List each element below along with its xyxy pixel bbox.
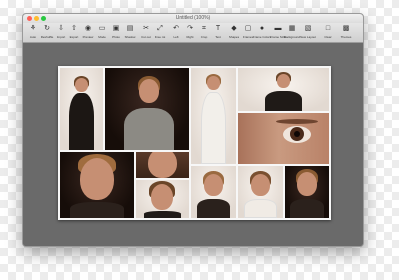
tool-shapes[interactable]: ◆ Shapes <box>227 24 241 42</box>
collage-photo[interactable] <box>238 68 329 111</box>
tool-preview[interactable]: ◉ Preview <box>81 24 95 42</box>
tool-new-layout[interactable]: ▧ New Layout <box>300 24 316 42</box>
frames-icon: ▢ <box>244 25 252 32</box>
collage-photo[interactable] <box>60 152 134 218</box>
tool-frames[interactable]: ▢ Frames <box>241 24 255 42</box>
frame-size-icon: ▬ <box>274 25 282 32</box>
tool-right[interactable]: ↷ Right <box>183 24 197 42</box>
right-icon: ↷ <box>187 25 193 32</box>
text-icon: T <box>215 25 221 32</box>
collage-photo[interactable] <box>60 68 103 150</box>
themes-icon: ▩ <box>342 25 350 32</box>
title-bar: Untitled (100%) <box>23 14 363 23</box>
tool-clear[interactable]: □ Clear <box>321 24 335 42</box>
tool-text[interactable]: T Text <box>211 24 225 42</box>
new-layout-icon: ▧ <box>304 25 312 32</box>
collage-photo[interactable] <box>105 68 189 150</box>
crop-icon: ⌗ <box>202 25 206 32</box>
canvas-area[interactable] <box>23 44 363 246</box>
import-icon: ⇩ <box>58 25 64 32</box>
tool-label: Clear <box>324 35 332 39</box>
collage-photo[interactable] <box>191 166 236 218</box>
collage-photo[interactable] <box>238 113 329 164</box>
collage-photo[interactable] <box>136 180 189 218</box>
tool-cut-out[interactable]: ✂ Cut out <box>139 24 153 42</box>
tool-export[interactable]: ⇧ Export <box>67 24 81 42</box>
tool-auto[interactable]: ⚘ Auto <box>26 24 40 42</box>
left-icon: ↶ <box>173 25 179 32</box>
tool-left[interactable]: ↶ Left <box>169 24 183 42</box>
background-icon: ▦ <box>288 25 296 32</box>
tool-reshuffle[interactable]: ↻ Reshuffle <box>40 24 54 42</box>
tool-frame-colors[interactable]: ● Frame Colors <box>253 24 271 42</box>
free-rot-icon: ⤢ <box>157 25 163 32</box>
collage-photo[interactable] <box>238 166 283 218</box>
tool-themes[interactable]: ▩ Themes <box>339 24 353 42</box>
collage-photo[interactable] <box>191 68 236 164</box>
export-icon: ⇧ <box>71 25 77 32</box>
tool-frame-size[interactable]: ▬ Frame Size <box>270 24 285 42</box>
photo-icon: ▣ <box>112 25 120 32</box>
frame-colors-icon: ● <box>259 25 265 32</box>
tool-photo[interactable]: ▣ Photo <box>109 24 123 42</box>
mode-icon: ▭ <box>98 25 106 32</box>
app-window: Untitled (100%) ⚘ Auto ↻ Reshuffle ⇩ Import ⇧ E… <box>22 13 364 247</box>
photo-collage[interactable] <box>58 66 331 220</box>
clear-icon: □ <box>325 25 331 32</box>
toolbar: ⚘ Auto ↻ Reshuffle ⇩ Import ⇧ Export ◉ Preview ▭ Mo… <box>23 23 363 43</box>
tool-background[interactable]: ▦ Background <box>284 24 300 42</box>
tool-import[interactable]: ⇩ Import <box>54 24 68 42</box>
tool-label: New Layout <box>300 35 316 39</box>
collage-photo[interactable] <box>285 166 329 218</box>
window-title: Untitled (100%) <box>175 15 211 21</box>
shadow-icon: ▤ <box>126 25 134 32</box>
reshuffle-icon: ↻ <box>44 25 50 32</box>
tool-mode[interactable]: ▭ Mode <box>95 24 109 42</box>
shapes-icon: ◆ <box>231 25 237 32</box>
tool-crop[interactable]: ⌗ Crop <box>197 24 211 42</box>
preview-icon: ◉ <box>84 25 92 32</box>
collage-photo[interactable] <box>136 152 189 178</box>
tool-shadow[interactable]: ▤ Shadow <box>123 24 137 42</box>
cut-out-icon: ✂ <box>143 25 149 32</box>
auto-icon: ⚘ <box>29 25 37 32</box>
tool-label: Themes <box>340 35 352 39</box>
tool-free-rot[interactable]: ⤢ Free rot <box>153 24 167 42</box>
